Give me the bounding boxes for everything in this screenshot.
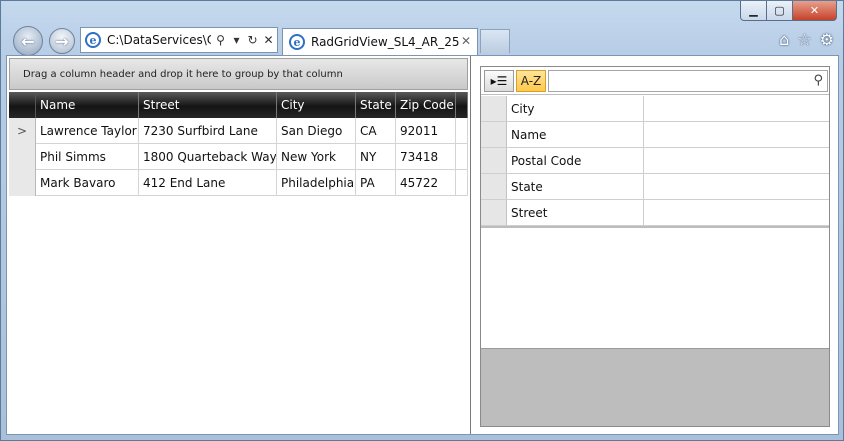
property-row[interactable]: Street (481, 200, 829, 226)
close-button[interactable]: ✕ (793, 1, 837, 21)
property-indicator (481, 174, 507, 199)
cell-city[interactable]: New York (277, 144, 356, 170)
address-bar[interactable]: e C:\DataServices\Co ⚲ ▾ ↻ ✕ (80, 27, 278, 53)
gear-icon[interactable]: ⚙ (820, 30, 834, 49)
address-text[interactable]: C:\DataServices\Co (107, 33, 211, 47)
row-filler (456, 170, 468, 196)
sort-alphabetical-button[interactable]: A-Z (516, 70, 546, 92)
new-tab-button[interactable] (480, 29, 510, 53)
cell-city[interactable]: Philadelphia (277, 170, 356, 196)
search-icon[interactable]: ⚲ (813, 73, 823, 88)
property-grid-toolbar: ▸☰ A-Z ⚲ (481, 67, 829, 95)
cell-zip[interactable]: 45722 (396, 170, 456, 196)
property-list: City Name Postal Code State Street (481, 96, 829, 226)
row-filler (456, 118, 468, 144)
cell-zip[interactable]: 92011 (396, 118, 456, 144)
forward-button[interactable]: → (49, 28, 75, 54)
cell-name[interactable]: Phil Simms (36, 144, 139, 170)
table-row[interactable]: Phil Simms 1800 Quarteback Way New York … (9, 144, 468, 170)
back-button[interactable]: ← (13, 26, 43, 56)
cell-city[interactable]: San Diego (277, 118, 356, 144)
toolbar-icons: ⌂ ☆ ⚙ (779, 30, 834, 49)
cell-state[interactable]: CA (356, 118, 396, 144)
header-filler (456, 92, 468, 118)
browser-window: ▁ ▢ ✕ ← → e C:\DataServices\Co ⚲ ▾ ↻ ✕ e… (0, 0, 844, 441)
cell-street[interactable]: 412 End Lane (139, 170, 277, 196)
grid-header-row: Name Street City State Zip Code (9, 92, 468, 118)
column-header-zip-code[interactable]: Zip Code (396, 92, 456, 118)
property-name: Street (507, 200, 644, 225)
maximize-button[interactable]: ▢ (767, 1, 793, 21)
column-header-city[interactable]: City (277, 92, 356, 118)
dropdown-icon[interactable]: ▾ (230, 33, 243, 47)
star-icon[interactable]: ☆ (797, 30, 811, 49)
property-list-bottom-border (481, 226, 829, 228)
property-row[interactable]: Postal Code (481, 148, 829, 174)
property-search-input[interactable]: ⚲ (548, 70, 828, 92)
property-grid: ▸☰ A-Z ⚲ City Name Postal Code State Str… (480, 66, 830, 427)
search-icon[interactable]: ⚲ (214, 33, 227, 47)
current-row-indicator-icon: > (9, 118, 36, 144)
column-header-name[interactable]: Name (36, 92, 139, 118)
property-value[interactable] (644, 200, 829, 225)
cell-state[interactable]: PA (356, 170, 396, 196)
property-name: Postal Code (507, 148, 644, 173)
categorize-button[interactable]: ▸☰ (484, 70, 514, 92)
table-row[interactable]: Mark Bavaro 412 End Lane Philadelphia PA… (9, 170, 468, 196)
property-row[interactable]: Name (481, 122, 829, 148)
tab-radgridview[interactable]: e RadGridView_SL4_AR_25 ✕ (282, 28, 478, 55)
property-row[interactable]: City (481, 96, 829, 122)
property-row[interactable]: State (481, 174, 829, 200)
property-name: City (507, 96, 644, 121)
header-indicator-cell (9, 92, 36, 118)
cell-street[interactable]: 7230 Surfbird Lane (139, 118, 277, 144)
rad-grid-view: Drag a column header and drop it here to… (7, 56, 471, 434)
property-value[interactable] (644, 122, 829, 147)
property-indicator (481, 122, 507, 147)
minimize-button[interactable]: ▁ (740, 1, 767, 21)
table-row[interactable]: > Lawrence Taylor 7230 Surfbird Lane San… (9, 118, 468, 144)
cell-zip[interactable]: 73418 (396, 144, 456, 170)
property-value[interactable] (644, 174, 829, 199)
property-name: Name (507, 122, 644, 147)
refresh-icon[interactable]: ↻ (246, 33, 259, 47)
row-indicator (9, 144, 36, 170)
window-controls: ▁ ▢ ✕ (740, 1, 837, 21)
ie-page-icon: e (85, 32, 101, 48)
cell-state[interactable]: NY (356, 144, 396, 170)
ie-tab-icon: e (289, 34, 305, 50)
column-header-state[interactable]: State (356, 92, 396, 118)
property-indicator (481, 148, 507, 173)
cell-name[interactable]: Mark Bavaro (36, 170, 139, 196)
cell-street[interactable]: 1800 Quarteback Way (139, 144, 277, 170)
stop-icon[interactable]: ✕ (262, 33, 275, 47)
home-icon[interactable]: ⌂ (779, 30, 789, 49)
tab-close-icon[interactable]: ✕ (461, 34, 471, 48)
row-filler (456, 144, 468, 170)
row-indicator (9, 170, 36, 196)
back-arrow-icon: ← (21, 31, 35, 51)
column-header-street[interactable]: Street (139, 92, 277, 118)
property-indicator (481, 96, 507, 121)
tab-title: RadGridView_SL4_AR_25 (311, 35, 460, 49)
property-description-panel (481, 348, 829, 426)
group-panel[interactable]: Drag a column header and drop it here to… (9, 58, 468, 90)
property-value[interactable] (644, 96, 829, 121)
page-content: Drag a column header and drop it here to… (6, 55, 839, 435)
categorize-list-icon: ▸☰ (490, 74, 508, 88)
property-indicator (481, 200, 507, 225)
property-name: State (507, 174, 644, 199)
cell-name[interactable]: Lawrence Taylor (36, 118, 139, 144)
forward-arrow-icon: → (55, 31, 69, 51)
property-value[interactable] (644, 148, 829, 173)
